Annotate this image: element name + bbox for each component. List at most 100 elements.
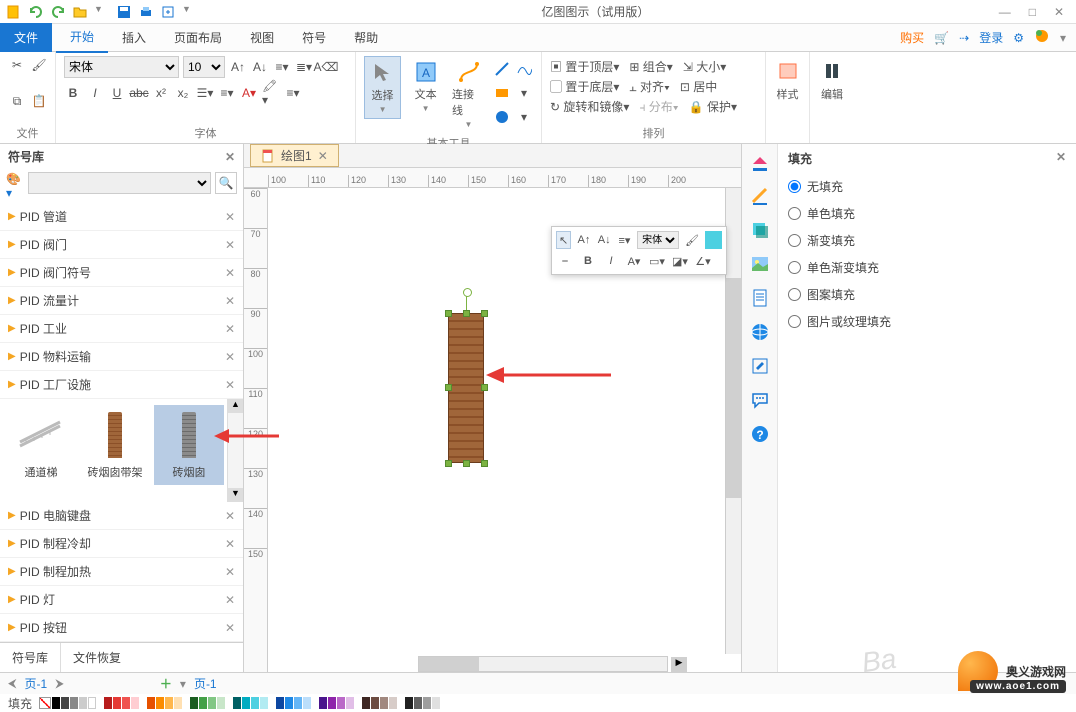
ft-select-icon[interactable]: ↖ [556, 231, 571, 249]
buy-link[interactable]: 购买 [900, 29, 924, 46]
color-swatch[interactable] [104, 697, 112, 709]
menu-page-layout[interactable]: 页面布局 [160, 23, 236, 52]
color-swatch[interactable] [303, 697, 311, 709]
ft-shadow-icon[interactable]: ◪▾ [671, 252, 689, 270]
login-link[interactable]: 登录 [979, 29, 1003, 46]
page-tab-left[interactable]: 页-1 [25, 675, 48, 692]
color-swatch[interactable] [389, 697, 397, 709]
sel-handle-sw[interactable] [445, 460, 452, 467]
sel-handle-nw[interactable] [445, 310, 452, 317]
strike-button[interactable]: abc [130, 84, 148, 102]
text-tool[interactable]: A 文本▼ [407, 56, 444, 117]
sidebar-cat-industry[interactable]: ▶PID 工业✕ [0, 315, 243, 343]
print-icon[interactable] [138, 4, 154, 20]
minimize-button[interactable]: — [999, 5, 1011, 19]
search-select[interactable] [28, 172, 211, 194]
rp-tab-image-icon[interactable] [748, 252, 772, 276]
sidebar-cat-valve-symbol[interactable]: ▶PID 阀门符号✕ [0, 259, 243, 287]
ft-font-dec-icon[interactable]: A↓ [597, 231, 612, 249]
no-fill-swatch[interactable] [39, 697, 51, 709]
color-swatch[interactable] [131, 697, 139, 709]
footer-tab-recover[interactable]: 文件恢复 [61, 643, 133, 672]
distribute-button[interactable]: ⫞ 分布▾ [639, 98, 678, 115]
color-swatch[interactable] [174, 697, 182, 709]
group-button[interactable]: ⊞ 组合▾ [629, 58, 672, 75]
color-swatch[interactable] [405, 697, 413, 709]
search-icon[interactable]: 🔍 [215, 172, 237, 194]
color-swatch[interactable] [285, 697, 293, 709]
rp-tab-shadow-icon[interactable] [748, 218, 772, 242]
collapse-ribbon-icon[interactable]: ▾ [1060, 31, 1066, 45]
text-align-icon[interactable]: ≡▾ [284, 84, 302, 102]
sidebar-cat-pipe[interactable]: ▶PID 管道✕ [0, 203, 243, 231]
numbering-icon[interactable]: ≡▾ [218, 84, 236, 102]
ft-fontcolor-icon[interactable]: A▾ [625, 252, 643, 270]
decrease-font-icon[interactable]: A↓ [251, 58, 269, 76]
paste-icon[interactable]: 📋 [30, 92, 48, 110]
sidebar-close-icon[interactable]: ✕ [225, 150, 235, 164]
increase-font-icon[interactable]: A↑ [229, 58, 247, 76]
center-button[interactable]: ⊡ 居中 [680, 78, 717, 95]
ft-align-icon[interactable]: ≡▾ [617, 231, 632, 249]
size-button[interactable]: ⇲ 大小▾ [683, 58, 726, 75]
fill-opt-gradient[interactable]: 渐变填充 [788, 227, 1066, 254]
file-menu[interactable]: 文件 [0, 23, 52, 52]
paragraph-icon[interactable]: ≣▾ [295, 58, 313, 76]
send-back-button[interactable]: ▢ 置于底层▾ [550, 78, 619, 95]
line-tool-icon[interactable] [493, 60, 511, 78]
fill-opt-picture[interactable]: 图片或纹理填充 [788, 308, 1066, 335]
rp-tab-link-icon[interactable] [748, 320, 772, 344]
superscript-button[interactable]: x² [152, 84, 170, 102]
rect-tool-icon[interactable] [493, 84, 511, 102]
maximize-button[interactable]: □ [1029, 5, 1036, 19]
open-icon[interactable] [72, 4, 88, 20]
menu-symbols[interactable]: 符号 [288, 23, 340, 52]
color-swatch[interactable] [147, 697, 155, 709]
edit-button[interactable]: 编辑 [818, 56, 846, 106]
qat-dropdown-icon[interactable]: ▼ [94, 4, 110, 20]
sidebar-cat-valve[interactable]: ▶PID 阀门✕ [0, 231, 243, 259]
menu-help[interactable]: 帮助 [340, 23, 392, 52]
sidebar-cat-cooling[interactable]: ▶PID 制程冷却✕ [0, 530, 243, 558]
tab-drawing-1[interactable]: 绘图1 ✕ [250, 144, 339, 167]
ft-connector-icon[interactable]: ⎯ [556, 252, 574, 270]
copy-icon[interactable]: ⧉ [8, 92, 26, 110]
rotate-button[interactable]: ↻ 旋转和镜像▾ [550, 98, 629, 115]
align-button[interactable]: ⫠ 对齐▾ [629, 78, 669, 95]
page-next-icon[interactable]: ⮞ [55, 676, 64, 691]
shape-ladder[interactable]: 通道梯 [6, 405, 76, 485]
ft-line-icon[interactable]: ∠▾ [694, 252, 712, 270]
shape-grid-3[interactable] [154, 489, 224, 502]
shape-chimney-frame[interactable]: 砖烟囱带架 [80, 405, 150, 485]
select-tool[interactable]: 选择▼ [364, 56, 401, 119]
cart-icon[interactable]: 🛒 [934, 31, 949, 45]
page-tab-right[interactable]: 页-1 [194, 675, 217, 692]
color-swatch[interactable] [113, 697, 121, 709]
sidebar-cat-heating[interactable]: ▶PID 制程加热✕ [0, 558, 243, 586]
freehand-tool-icon[interactable] [515, 60, 533, 78]
ft-bold-icon[interactable]: B [579, 252, 597, 270]
ft-fill-icon[interactable] [705, 231, 722, 249]
color-swatch[interactable] [251, 697, 259, 709]
sidebar-cat-material[interactable]: ▶PID 物料运输✕ [0, 343, 243, 371]
close-button[interactable]: ✕ [1054, 5, 1064, 19]
sel-handle-se[interactable] [481, 460, 488, 467]
color-swatch[interactable] [165, 697, 173, 709]
ft-shape-icon[interactable]: ▭▾ [648, 252, 666, 270]
sel-handle-w[interactable] [445, 384, 452, 391]
sidebar-cat-button[interactable]: ▶PID 按钮✕ [0, 614, 243, 642]
color-swatch[interactable] [52, 697, 60, 709]
fill-opt-mono-gradient[interactable]: 单色渐变填充 [788, 254, 1066, 281]
ft-brush-icon[interactable]: 🖌 [684, 231, 700, 249]
add-page-icon[interactable]: ＋ [160, 675, 172, 692]
color-swatch[interactable] [337, 697, 345, 709]
sidebar-cat-facility[interactable]: ▶PID 工厂设施✕ [0, 371, 243, 399]
color-swatch[interactable] [208, 697, 216, 709]
line-spacing-icon[interactable]: ≡▾ [273, 58, 291, 76]
color-swatch[interactable] [190, 697, 198, 709]
underline-button[interactable]: U [108, 84, 126, 102]
italic-button[interactable]: I [86, 84, 104, 102]
format-painter-icon[interactable]: 🖌 [30, 56, 48, 74]
color-swatch[interactable] [217, 697, 225, 709]
shape-grid-1[interactable] [6, 489, 76, 502]
